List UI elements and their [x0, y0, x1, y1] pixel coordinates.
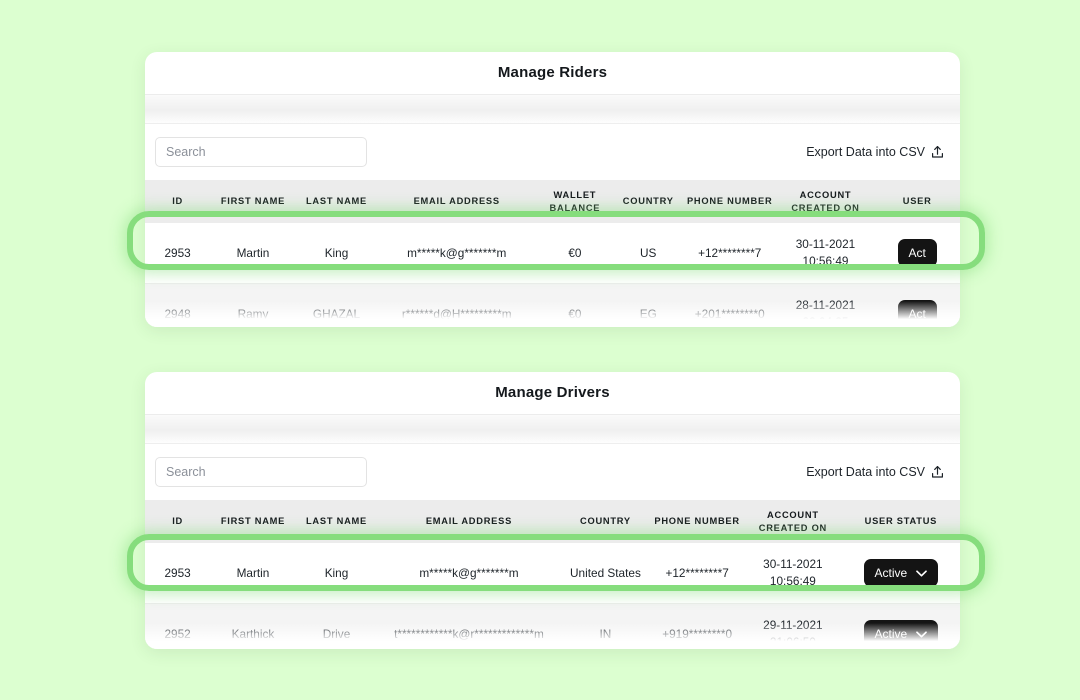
table-row[interactable]: 2952 Karthick Drive t************k@r****… — [145, 603, 960, 649]
drivers-cell-phone: +919********0 — [650, 603, 744, 649]
riders-status-label: Act — [908, 246, 926, 261]
riders-cell-phone: +201********0 — [682, 283, 777, 327]
riders-col-id: ID — [145, 180, 211, 224]
drivers-cell-email: m*****k@g*******m — [377, 543, 561, 605]
drivers-toolbar-band — [145, 415, 960, 444]
riders-col-wallet-balance: WALLET BALANCE — [536, 180, 614, 224]
riders-cell-id: 2948 — [145, 283, 211, 327]
riders-status-dropdown[interactable]: Act — [897, 300, 937, 327]
table-row[interactable]: 2953 Martin King m*****k@g*******m Unite… — [145, 543, 960, 605]
drivers-cell-status: Active — [841, 603, 960, 649]
riders-cell-wallet-balance: €0 — [536, 283, 614, 327]
drivers-cell-first-name: Martin — [210, 543, 296, 605]
drivers-export-label: Export Data into CSV — [806, 465, 925, 479]
riders-cell-first-name: Martin — [210, 223, 296, 285]
riders-col-last-name: LAST NAME — [295, 180, 378, 224]
riders-cell-created-on: 28-11-2021 23:04:35 — [776, 283, 875, 327]
riders-col-created-on: ACCOUNT CREATED ON — [776, 180, 875, 224]
chevron-down-icon — [916, 631, 928, 638]
drivers-status-label: Active — [874, 627, 908, 642]
riders-cell-email: r******d@H*********m — [377, 283, 537, 327]
drivers-status-dropdown[interactable]: Active — [863, 620, 939, 649]
drivers-cell-phone: +12********7 — [650, 543, 744, 605]
riders-header-row: ID FIRST NAME LAST NAME EMAIL ADDRESS WA… — [145, 180, 960, 224]
riders-status-label: Act — [908, 307, 926, 322]
drivers-cell-first-name: Karthick — [210, 603, 296, 649]
riders-cell-wallet-balance: €0 — [536, 223, 614, 285]
drivers-created-date: 30-11-2021 — [763, 557, 823, 572]
table-row[interactable]: 2948 Ramy GHAZAL r******d@H*********m €0… — [145, 283, 960, 327]
riders-cell-phone: +12********7 — [682, 223, 777, 285]
drivers-cell-id: 2952 — [145, 603, 211, 649]
drivers-cell-email: t************k@r*************m — [377, 603, 561, 649]
drivers-status-label: Active — [874, 566, 908, 581]
chevron-down-icon — [916, 570, 928, 577]
manage-drivers-card: Manage Drivers Export Data into CSV — [145, 372, 960, 649]
riders-cell-last-name: King — [295, 223, 378, 285]
drivers-col-phone: PHONE NUMBER — [650, 500, 744, 544]
drivers-created-date: 29-11-2021 — [763, 618, 823, 633]
riders-cell-status: Act — [874, 283, 960, 327]
drivers-status-dropdown[interactable]: Active — [863, 559, 939, 588]
riders-col-phone: PHONE NUMBER — [682, 180, 777, 224]
drivers-col-last-name: LAST NAME — [295, 500, 378, 544]
drivers-cell-created-on: 30-11-2021 10:56:49 — [743, 543, 842, 605]
drivers-cell-created-on: 29-11-2021 21:06:50 — [743, 603, 842, 649]
table-row[interactable]: 2953 Martin King m*****k@g*******m €0 US… — [145, 223, 960, 285]
drivers-col-user-status: USER STATUS — [841, 500, 960, 544]
drivers-cell-country: IN — [560, 603, 651, 649]
riders-created-time: 10:56:49 — [802, 254, 849, 269]
drivers-col-country: COUNTRY — [560, 500, 651, 544]
riders-col-user: USER — [874, 180, 960, 224]
drivers-col-first-name: FIRST NAME — [210, 500, 296, 544]
riders-status-dropdown[interactable]: Act — [897, 239, 937, 268]
riders-cell-country: US — [613, 223, 683, 285]
riders-export-csv-button[interactable]: Export Data into CSV — [806, 145, 946, 159]
riders-col-first-name: FIRST NAME — [210, 180, 296, 224]
drivers-cell-last-name: King — [295, 543, 378, 605]
drivers-card-title: Manage Drivers — [495, 383, 610, 401]
drivers-col-id: ID — [145, 500, 211, 544]
riders-card-title: Manage Riders — [497, 63, 608, 81]
drivers-cell-last-name: Drive — [295, 603, 378, 649]
drivers-created-time: 10:56:49 — [769, 574, 816, 589]
riders-cell-email: m*****k@g*******m — [377, 223, 537, 285]
riders-created-date: 30-11-2021 — [795, 237, 856, 252]
drivers-header-row: ID FIRST NAME LAST NAME EMAIL ADDRESS CO… — [145, 500, 960, 544]
screen: Manage Riders Export Data into CSV — [0, 0, 1080, 700]
riders-cell-status: Act — [874, 223, 960, 285]
riders-toolbar-band — [145, 95, 960, 124]
drivers-created-time: 21:06:50 — [769, 635, 816, 649]
drivers-search-input[interactable] — [155, 457, 367, 487]
upload-icon — [931, 145, 944, 159]
drivers-cell-status: Active — [841, 543, 960, 605]
riders-cell-last-name: GHAZAL — [295, 283, 378, 327]
riders-cell-id: 2953 — [145, 223, 211, 285]
riders-cell-first-name: Ramy — [210, 283, 296, 327]
riders-col-email: EMAIL ADDRESS — [377, 180, 537, 224]
drivers-table: ID FIRST NAME LAST NAME EMAIL ADDRESS CO… — [145, 500, 960, 649]
manage-riders-card: Manage Riders Export Data into CSV — [145, 52, 960, 327]
riders-created-time: 23:04:35 — [802, 315, 849, 327]
drivers-export-csv-button[interactable]: Export Data into CSV — [806, 465, 946, 479]
riders-search-input[interactable] — [155, 137, 367, 167]
drivers-col-email: EMAIL ADDRESS — [377, 500, 561, 544]
riders-cell-country: EG — [613, 283, 683, 327]
drivers-cell-country: United States — [560, 543, 651, 605]
upload-icon — [931, 465, 944, 479]
riders-cell-created-on: 30-11-2021 10:56:49 — [776, 223, 875, 285]
drivers-controls: Export Data into CSV — [145, 444, 960, 500]
drivers-col-created-on: ACCOUNT CREATED ON — [743, 500, 842, 544]
riders-col-country: COUNTRY — [613, 180, 683, 224]
riders-export-label: Export Data into CSV — [806, 145, 925, 159]
riders-table: ID FIRST NAME LAST NAME EMAIL ADDRESS WA… — [145, 180, 960, 327]
riders-created-date: 28-11-2021 — [795, 298, 856, 313]
riders-controls: Export Data into CSV — [145, 124, 960, 180]
drivers-cell-id: 2953 — [145, 543, 211, 605]
